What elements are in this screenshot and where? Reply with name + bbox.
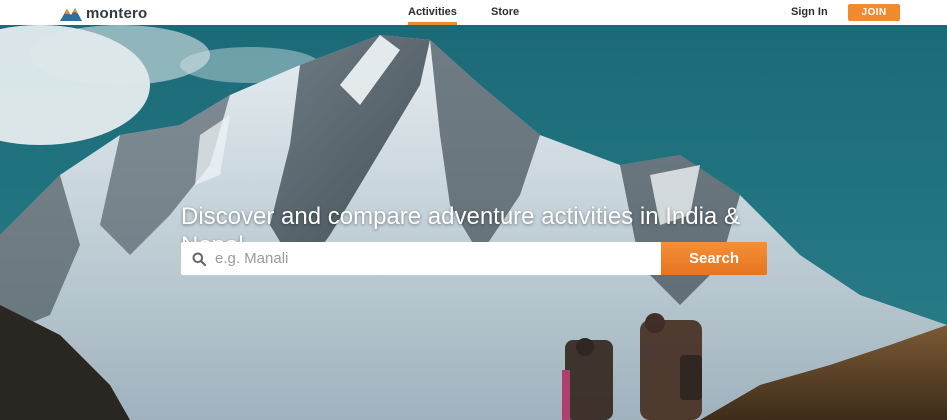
logo[interactable]: montero <box>60 3 147 23</box>
search-input[interactable] <box>215 250 635 267</box>
mountain-logo-icon <box>60 8 82 21</box>
search-field[interactable] <box>181 242 661 275</box>
nav-activities[interactable]: Activities <box>408 6 457 25</box>
search-button[interactable]: Search <box>661 242 767 275</box>
hero-banner: Discover and compare adventure activitie… <box>0 25 947 420</box>
search-icon <box>192 252 206 266</box>
sign-in-link[interactable]: Sign In <box>791 6 828 18</box>
search-bar: Search <box>181 242 767 275</box>
nav-store[interactable]: Store <box>491 6 519 25</box>
brand-name: montero <box>86 4 148 22</box>
join-button[interactable]: JOIN <box>848 4 900 21</box>
top-nav: montero Activities Store Sign In JOIN <box>0 0 947 25</box>
